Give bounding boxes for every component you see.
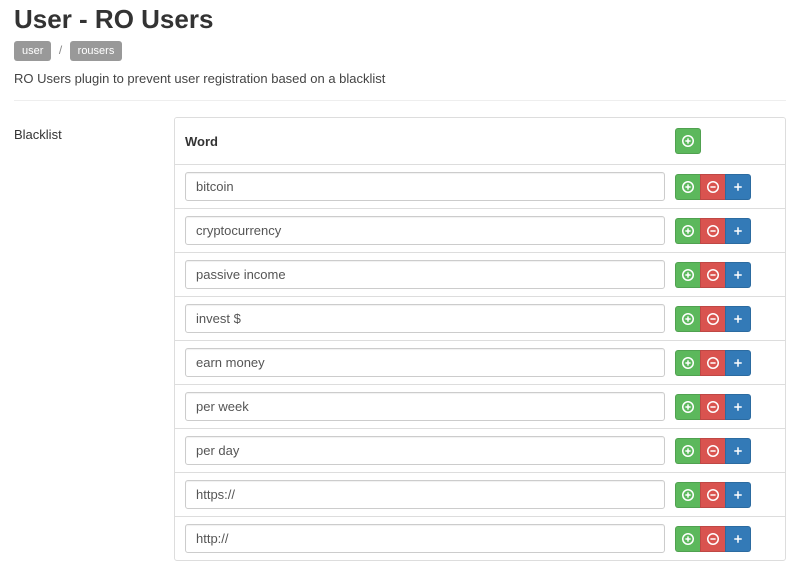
plus-icon — [732, 445, 744, 457]
plus-icon — [732, 489, 744, 501]
minus-circle-icon — [707, 357, 719, 369]
row-move-button[interactable] — [725, 438, 751, 464]
row-remove-button[interactable] — [700, 394, 726, 420]
row-remove-button[interactable] — [700, 174, 726, 200]
minus-circle-icon — [707, 489, 719, 501]
table-row — [175, 472, 785, 516]
row-add-button[interactable] — [675, 306, 701, 332]
plugin-description: RO Users plugin to prevent user registra… — [14, 71, 786, 86]
row-remove-button[interactable] — [700, 438, 726, 464]
word-input[interactable] — [185, 216, 665, 245]
blacklist-table: Word — [174, 117, 786, 561]
plus-icon — [732, 225, 744, 237]
plus-icon — [732, 269, 744, 281]
word-input[interactable] — [185, 260, 665, 289]
row-add-button[interactable] — [675, 174, 701, 200]
row-actions — [675, 350, 751, 376]
plus-icon — [732, 181, 744, 193]
row-actions — [675, 306, 751, 332]
row-move-button[interactable] — [725, 394, 751, 420]
minus-circle-icon — [707, 401, 719, 413]
row-move-button[interactable] — [725, 350, 751, 376]
plus-circle-icon — [682, 445, 694, 457]
plus-circle-icon — [682, 135, 694, 147]
row-actions — [675, 394, 751, 420]
breadcrumb-rousers[interactable]: rousers — [70, 41, 123, 61]
row-actions — [675, 482, 751, 508]
row-remove-button[interactable] — [700, 482, 726, 508]
row-move-button[interactable] — [725, 526, 751, 552]
row-add-button[interactable] — [675, 438, 701, 464]
divider — [14, 100, 786, 101]
row-remove-button[interactable] — [700, 306, 726, 332]
minus-circle-icon — [707, 313, 719, 325]
table-row — [175, 164, 785, 208]
row-add-button[interactable] — [675, 262, 701, 288]
row-add-button[interactable] — [675, 526, 701, 552]
table-row — [175, 384, 785, 428]
table-row — [175, 208, 785, 252]
row-move-button[interactable] — [725, 218, 751, 244]
plus-circle-icon — [682, 269, 694, 281]
table-row — [175, 340, 785, 384]
page-title: User - RO Users — [14, 4, 786, 35]
table-row — [175, 428, 785, 472]
plus-circle-icon — [682, 533, 694, 545]
row-remove-button[interactable] — [700, 218, 726, 244]
plus-circle-icon — [682, 357, 694, 369]
row-remove-button[interactable] — [700, 350, 726, 376]
row-move-button[interactable] — [725, 306, 751, 332]
plus-icon — [732, 533, 744, 545]
table-row — [175, 516, 785, 560]
plus-icon — [732, 313, 744, 325]
table-row — [175, 296, 785, 340]
table-row — [175, 252, 785, 296]
table-header-word: Word — [185, 134, 675, 149]
minus-circle-icon — [707, 181, 719, 193]
row-add-button[interactable] — [675, 482, 701, 508]
word-input[interactable] — [185, 172, 665, 201]
word-input[interactable] — [185, 392, 665, 421]
minus-circle-icon — [707, 269, 719, 281]
row-actions — [675, 218, 751, 244]
row-move-button[interactable] — [725, 482, 751, 508]
word-input[interactable] — [185, 524, 665, 553]
row-add-button[interactable] — [675, 350, 701, 376]
row-remove-button[interactable] — [700, 526, 726, 552]
word-input[interactable] — [185, 480, 665, 509]
breadcrumb-user[interactable]: user — [14, 41, 51, 61]
plus-circle-icon — [682, 489, 694, 501]
row-actions — [675, 438, 751, 464]
table-header-row: Word — [175, 118, 785, 164]
row-actions — [675, 526, 751, 552]
plus-circle-icon — [682, 313, 694, 325]
plus-icon — [732, 401, 744, 413]
word-input[interactable] — [185, 436, 665, 465]
word-input[interactable] — [185, 348, 665, 377]
row-move-button[interactable] — [725, 262, 751, 288]
plus-circle-icon — [682, 225, 694, 237]
add-row-button[interactable] — [675, 128, 701, 154]
row-actions — [675, 174, 751, 200]
minus-circle-icon — [707, 225, 719, 237]
minus-circle-icon — [707, 445, 719, 457]
row-actions — [675, 262, 751, 288]
plus-icon — [732, 357, 744, 369]
breadcrumb: user / rousers — [14, 41, 786, 61]
breadcrumb-separator: / — [59, 43, 62, 57]
row-remove-button[interactable] — [700, 262, 726, 288]
row-add-button[interactable] — [675, 218, 701, 244]
row-add-button[interactable] — [675, 394, 701, 420]
blacklist-label: Blacklist — [14, 117, 174, 142]
word-input[interactable] — [185, 304, 665, 333]
row-move-button[interactable] — [725, 174, 751, 200]
plus-circle-icon — [682, 401, 694, 413]
blacklist-field: Blacklist Word — [14, 117, 786, 561]
plus-circle-icon — [682, 181, 694, 193]
minus-circle-icon — [707, 533, 719, 545]
